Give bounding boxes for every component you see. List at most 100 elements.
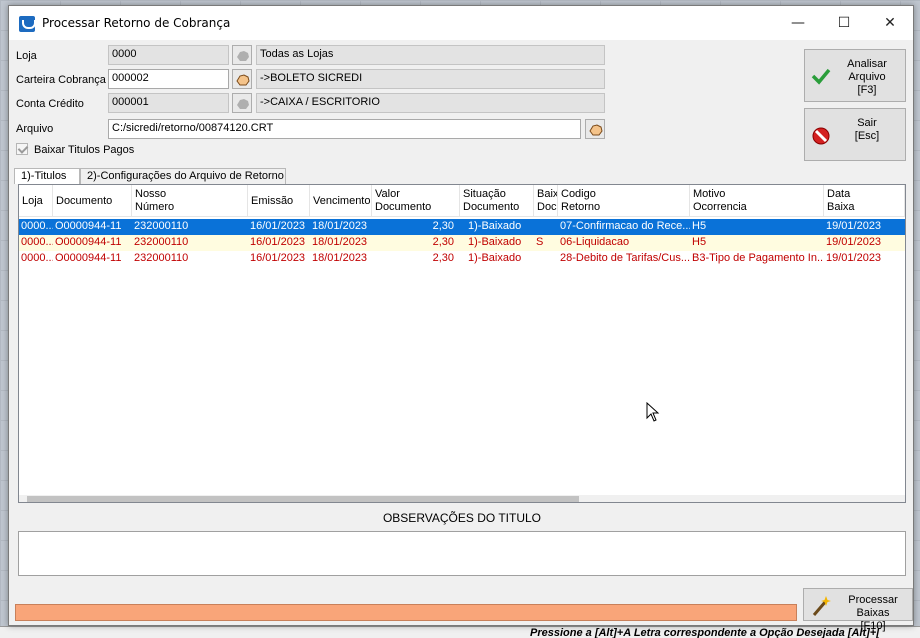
col-label: Loja [22,195,43,207]
magic-wand-icon [812,596,831,616]
col-header-motivo[interactable]: Motivo Ocorrencia [690,185,824,217]
col-label: Baixa [827,201,855,213]
observacoes-textarea[interactable] [18,531,906,576]
cell-nosso-numero: 232000110 [134,236,189,248]
tab-titulos[interactable]: 1)-Titulos [14,168,80,184]
maximize-button[interactable]: ☐ [821,6,867,40]
cell-situacao: 1)-Baixado [468,236,522,248]
conta-lookup-button[interactable] [232,93,252,113]
sair-button[interactable]: Sair [Esc] [804,108,906,161]
conta-description: ->CAIXA / ESCRITORIO [256,93,605,113]
stop-icon [812,127,830,145]
col-header-documento[interactable]: Documento [53,185,132,217]
conta-label: Conta Crédito [16,98,84,110]
col-label: Número [135,201,175,213]
cell-valor: 2,30 [432,236,454,248]
col-label: Baix [537,188,558,200]
col-label: Retorno [561,201,601,213]
hand-pointer-icon [237,51,249,61]
loja-label: Loja [16,50,37,62]
cell-codigo: 06-Liquidacao [560,236,630,248]
sair-label: Sair [857,117,877,129]
col-header-baixa[interactable]: Baix Doc [534,185,558,217]
window-title: Processar Retorno de Cobrança [42,16,231,30]
col-label: Emissão [251,195,294,207]
loja-lookup-button[interactable] [232,45,252,65]
col-header-emissao[interactable]: Emissão [248,185,310,217]
cell-data-baixa: 19/01/2023 [826,252,882,264]
progress-bar [15,604,797,621]
table-row[interactable]: 0000... O0000944-11 232000110 16/01/2023… [19,219,905,235]
col-label: Nosso [135,188,167,200]
analisar-arquivo-button[interactable]: Analisar Arquivo [F3] [804,49,906,102]
baixar-titulos-checkbox[interactable] [16,143,28,155]
table-row[interactable]: 0000... O0000944-11 232000110 16/01/2023… [19,251,905,267]
cell-documento: O0000944-11 [55,236,122,248]
cell-nosso-numero: 232000110 [134,220,189,232]
cell-loja: 0000... [21,236,53,248]
col-header-loja[interactable]: Loja [19,185,53,217]
cell-motivo: H5 [692,220,707,232]
carteira-description: ->BOLETO SICREDI [256,69,605,89]
cell-situacao: 1)-Baixado [468,220,522,232]
checkmark-icon [811,68,831,85]
cell-emissao: 16/01/2023 [250,220,306,232]
col-label: Doc [537,201,557,213]
cell-vencimento: 18/01/2023 [312,220,368,232]
cell-motivo: B3-Tipo de Pagamento In... [692,252,823,264]
col-label: Documento [56,195,113,207]
cell-nosso-numero: 232000110 [134,252,189,264]
sair-shortcut: [Esc] [854,130,880,142]
horizontal-scrollbar[interactable] [19,495,905,502]
mouse-cursor-icon [646,402,660,422]
arquivo-browse-button[interactable] [585,119,605,139]
conta-field[interactable]: 000001 [108,93,229,113]
table-row[interactable]: 0000... O0000944-11 232000110 16/01/2023… [19,235,905,251]
cell-vencimento: 18/01/2023 [312,252,368,264]
hand-pointer-icon [236,74,250,86]
loja-field[interactable]: 0000 [108,45,229,65]
col-label: Data [827,188,851,200]
col-header-valor[interactable]: Valor Documento [372,185,460,217]
col-label: Codigo [561,188,596,200]
cell-codigo: 07-Confirmacao do Rece... [560,220,690,232]
col-label: Documento [463,201,520,213]
col-header-codigo[interactable]: Codigo Retorno [558,185,690,217]
cell-valor: 2,30 [432,252,454,264]
app-icon [19,16,36,32]
scrollbar-thumb[interactable] [27,496,579,502]
cell-loja: 0000... [21,220,53,232]
cell-situacao: 1)-Baixado [468,252,522,264]
tab-configuracoes[interactable]: 2)-Configurações do Arquivo de Retorno [80,168,286,184]
col-header-vencimento[interactable]: Vencimento [310,185,372,217]
carteira-lookup-button[interactable] [232,69,252,89]
cell-emissao: 16/01/2023 [250,252,306,264]
carteira-field[interactable]: 000002 [108,69,229,89]
loja-description: Todas as Lojas [256,45,605,65]
arquivo-label: Arquivo [16,123,54,135]
col-header-nosso-numero[interactable]: Nosso Número [132,185,248,217]
cell-emissao: 16/01/2023 [250,236,306,248]
cell-vencimento: 18/01/2023 [312,236,368,248]
col-label: Documento [375,201,432,213]
carteira-label: Carteira Cobrança [16,74,106,86]
analisar-shortcut: [F3] [857,84,877,96]
status-bar: Pressione a [Alt]+A Letra correspondente… [0,626,920,638]
cell-loja: 0000... [21,252,53,264]
col-label: Ocorrencia [693,201,747,213]
minimize-button[interactable]: — [775,6,821,40]
col-label: Situação [463,188,506,200]
title-bar: Processar Retorno de Cobrança — ☐ ✕ [9,6,913,40]
col-header-situacao[interactable]: Situação Documento [460,185,534,217]
col-header-data-baixa[interactable]: Data Baixa [824,185,905,217]
cell-baixa: S [536,236,544,248]
baixar-titulos-label: Baixar Titulos Pagos [34,144,135,156]
titulos-grid: Loja Documento Nosso Número Emissão Venci… [18,184,906,503]
processar-baixas-button[interactable]: Processar Baixas [F10] [803,588,913,632]
arquivo-path-field[interactable]: C:/sicredi/retorno/00874120.CRT [108,119,581,139]
analisar-label: Analisar Arquivo [847,58,887,83]
cell-documento: O0000944-11 [55,220,122,232]
cell-valor: 2,30 [432,220,454,232]
close-button[interactable]: ✕ [867,6,913,40]
cell-data-baixa: 19/01/2023 [826,236,882,248]
